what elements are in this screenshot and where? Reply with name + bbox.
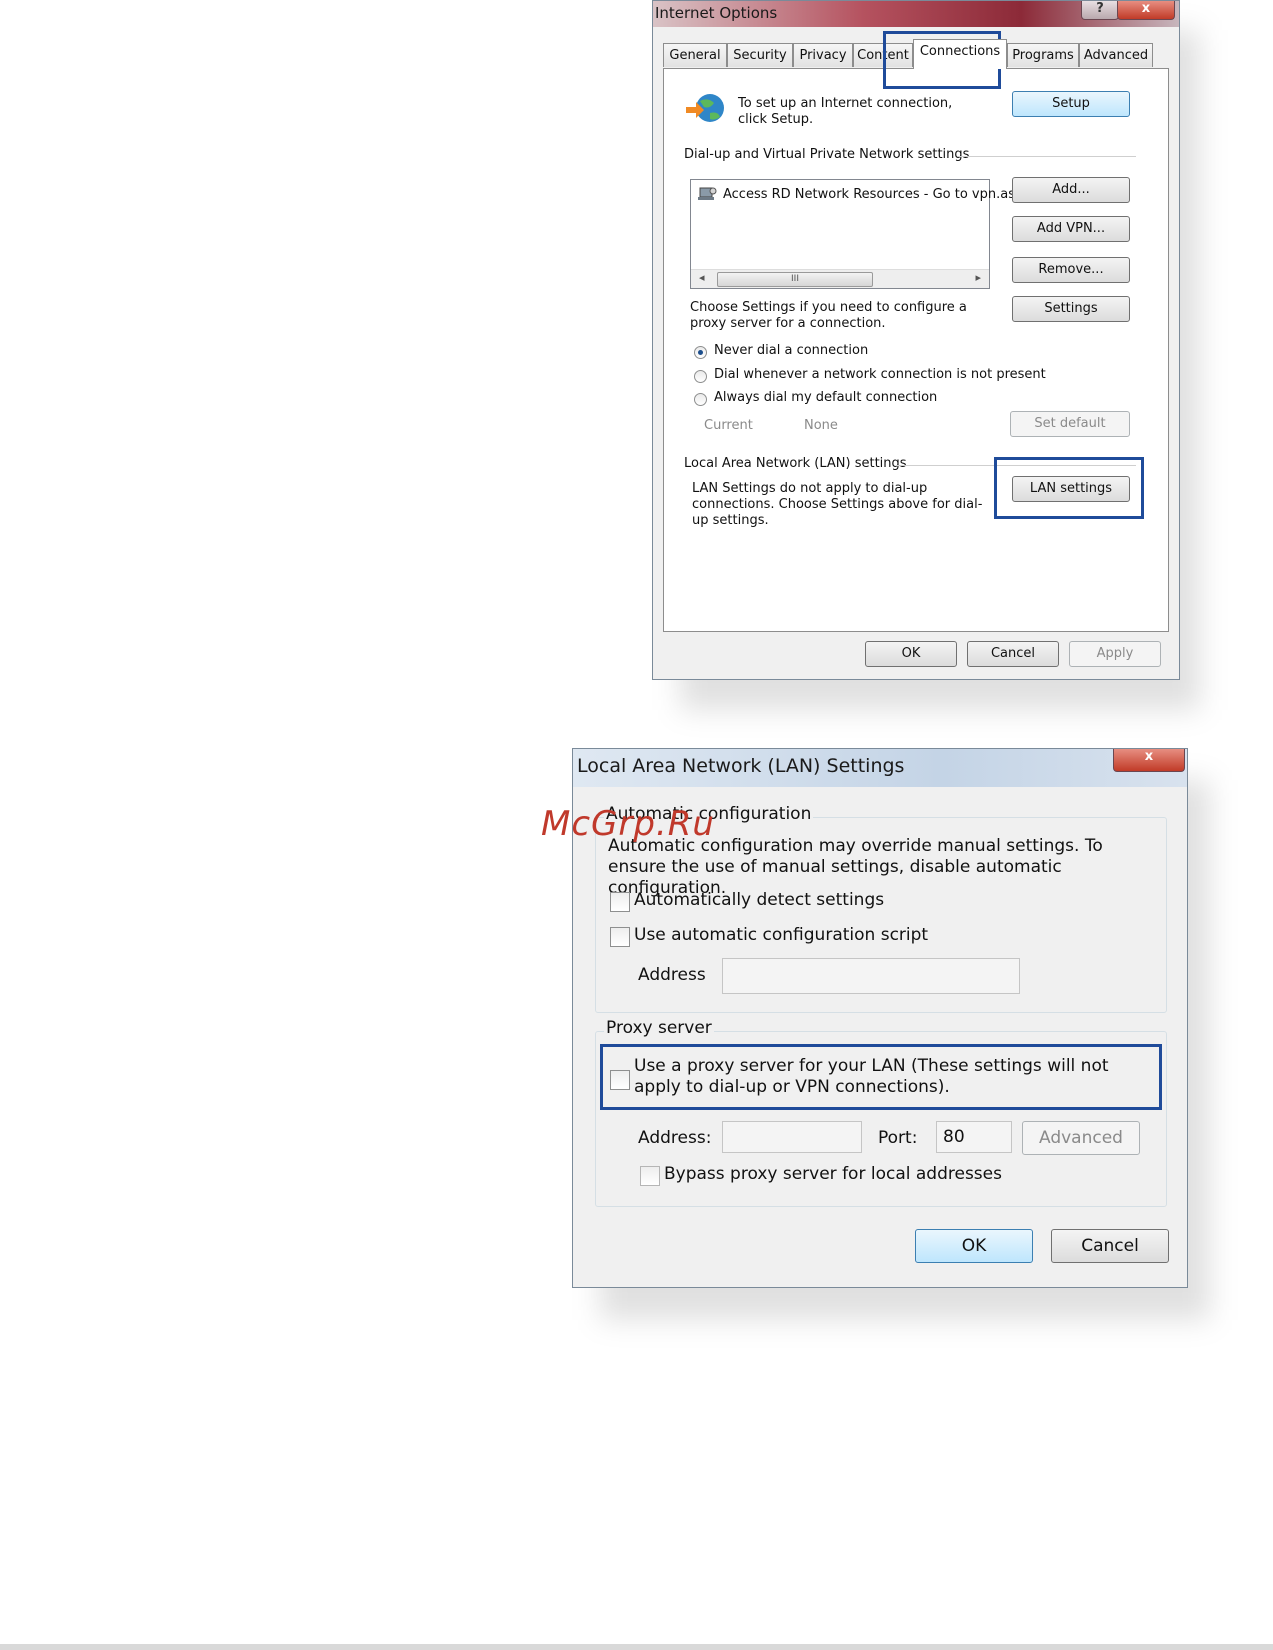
proxy-description: Choose Settings if you need to configure… [690, 300, 967, 331]
apply-button[interactable]: Apply [1069, 641, 1161, 667]
remove-button[interactable]: Remove... [1012, 257, 1130, 283]
script-address-input[interactable] [722, 958, 1020, 994]
lan-heading: Local Area Network (LAN) settings [684, 456, 907, 471]
close-button[interactable]: x [1117, 1, 1175, 20]
setup-description: To set up an Internet connection, click … [738, 96, 953, 127]
cancel-button[interactable]: Cancel [967, 641, 1059, 667]
proxy-server-group: Proxy server Use a proxy server for your… [595, 1018, 1167, 1207]
tab-general[interactable]: General [663, 43, 727, 67]
settings-button[interactable]: Settings [1012, 296, 1130, 322]
footer-bar [0, 1644, 1273, 1650]
current-value: None [804, 418, 838, 433]
radio-label: Never dial a connection [714, 343, 869, 358]
radio-label: Dial whenever a network connection is no… [714, 367, 1046, 382]
automatic-configuration-group: Automatic configuration Automatic config… [595, 804, 1167, 1013]
port-input[interactable]: 80 [936, 1121, 1012, 1153]
scroll-thumb[interactable]: III [717, 272, 873, 287]
tab-programs[interactable]: Programs [1007, 43, 1079, 67]
horizontal-scrollbar[interactable]: ◂ III ▸ [691, 269, 989, 288]
ok-button[interactable]: OK [865, 641, 957, 667]
auto-detect-checkbox[interactable] [610, 892, 630, 912]
scroll-left-icon[interactable]: ◂ [699, 271, 705, 284]
add-button[interactable]: Add... [1012, 177, 1130, 203]
tab-privacy[interactable]: Privacy [793, 43, 853, 67]
bypass-local-label: Bypass proxy server for local addresses [664, 1164, 1002, 1184]
auto-script-label: Use automatic configuration script [634, 925, 929, 945]
tab-security[interactable]: Security [727, 43, 793, 67]
radio-never-dial[interactable] [694, 346, 707, 359]
internet-options-dialog: Internet Options ? x General Security Pr… [652, 0, 1180, 680]
set-default-button[interactable]: Set default [1010, 411, 1130, 437]
tab-advanced[interactable]: Advanced [1079, 43, 1153, 67]
bypass-local-checkbox[interactable] [640, 1166, 660, 1186]
advanced-button[interactable]: Advanced [1022, 1121, 1140, 1155]
cancel-button[interactable]: Cancel [1051, 1229, 1169, 1263]
radio-always-dial[interactable] [694, 393, 707, 406]
scroll-right-icon[interactable]: ▸ [975, 271, 981, 284]
lan-description: LAN Settings do not apply to dial-up con… [692, 481, 983, 528]
use-proxy-highlight [600, 1044, 1162, 1110]
close-button[interactable]: x [1113, 749, 1185, 772]
ok-button[interactable]: OK [915, 1229, 1033, 1263]
internet-globe-icon [686, 94, 724, 122]
setup-button[interactable]: Setup [1012, 91, 1130, 117]
current-label: Current [704, 418, 753, 433]
auto-script-checkbox[interactable] [610, 927, 630, 947]
proxy-address-input[interactable] [722, 1121, 862, 1153]
port-label: Port: [878, 1128, 918, 1148]
connections-panel: To set up an Internet connection, click … [663, 68, 1169, 632]
radio-label: Always dial my default connection [714, 390, 938, 405]
port-value: 80 [943, 1127, 965, 1147]
connection-name: Access RD Network Resources - Go to vpn.… [723, 186, 1015, 202]
lan-settings-highlight [994, 457, 1144, 519]
help-button[interactable]: ? [1081, 1, 1119, 20]
dialog-title: Local Area Network (LAN) Settings [577, 755, 905, 777]
dialup-heading: Dial-up and Virtual Private Network sett… [684, 147, 970, 162]
divider [958, 156, 1136, 157]
network-connection-icon [698, 187, 717, 200]
add-vpn-button[interactable]: Add VPN... [1012, 216, 1130, 242]
group-legend: Proxy server [604, 1018, 714, 1038]
dialog-title: Internet Options [655, 4, 778, 22]
script-address-label: Address [638, 965, 706, 985]
radio-dial-whenever[interactable] [694, 370, 707, 383]
watermark: McGrp.Ru [541, 804, 715, 844]
title-bar[interactable]: Local Area Network (LAN) Settings x [573, 749, 1187, 787]
tab-connections[interactable]: Connections [913, 39, 1007, 69]
proxy-address-label: Address: [638, 1128, 712, 1148]
connections-list[interactable]: Access RD Network Resources - Go to vpn.… [690, 179, 1015, 289]
auto-detect-label: Automatically detect settings [634, 890, 885, 910]
list-item[interactable]: Access RD Network Resources - Go to vpn.… [697, 186, 1015, 202]
title-bar[interactable]: Internet Options ? x [653, 1, 1179, 27]
